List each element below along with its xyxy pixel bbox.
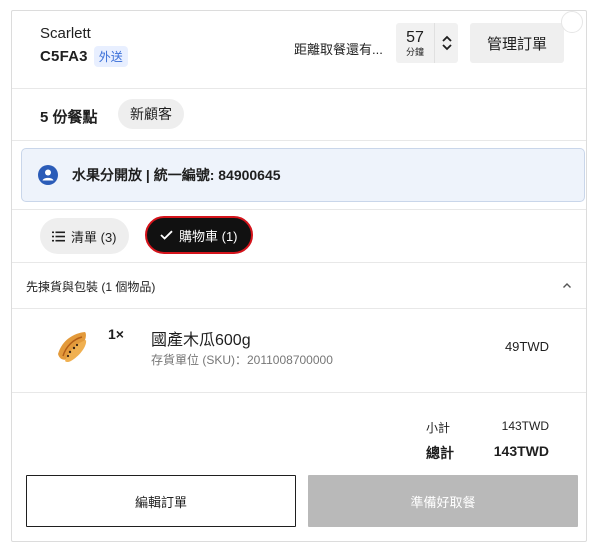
order-header: Scarlett C5FA3 外送 距離取餐還有... 57 分鐘 管理訂單 (12, 11, 586, 89)
tab-list-label: 清單 (3) (71, 229, 117, 245)
tab-cart[interactable]: 購物車 (1) (145, 216, 253, 254)
total-value: 143TWD (493, 443, 549, 459)
papaya-image (58, 332, 87, 363)
pick-and-pack-section[interactable]: 先揀貨與包裝 (1 個物品) (12, 263, 586, 309)
stepper-arrows[interactable] (434, 23, 458, 63)
total-label: 總計 (426, 445, 454, 461)
new-customer-badge: 新顧客 (118, 99, 184, 129)
item-quantity: 1× (108, 326, 124, 342)
order-details-panel: Scarlett C5FA3 外送 距離取餐還有... 57 分鐘 管理訂單 5… (11, 10, 587, 542)
minutes-unit: 分鐘 (405, 46, 424, 57)
edit-order-button[interactable]: 編輯訂單 (26, 475, 296, 527)
section-title: 先揀貨與包裝 (1 個物品) (26, 280, 156, 294)
tab-cart-label: 購物車 (1) (179, 228, 238, 244)
minutes-stepper[interactable]: 57 分鐘 (396, 23, 458, 63)
order-note-text: 水果分開放 | 統一編號: 84900645 (72, 167, 281, 183)
ready-for-pickup-button[interactable]: 準備好取餐 (308, 475, 578, 527)
pickup-countdown-label: 距離取餐還有... (294, 42, 383, 57)
item-name: 國產木瓜600g (151, 332, 251, 349)
delivery-badge: 外送 (93, 46, 128, 67)
customer-name: Scarlett (40, 25, 91, 42)
item-sku: 存貨單位 (SKU)：2011008700000 (151, 353, 333, 367)
list-icon (52, 231, 65, 241)
order-code-row: C5FA3 外送 (40, 46, 128, 67)
cart-item-row: 1× 國產木瓜600g 存貨單位 (SKU)：2011008700000 49T… (12, 309, 586, 393)
subtotal-value: 143TWD (501, 419, 549, 433)
subtotal-label: 小計 (426, 421, 451, 435)
item-price: 49TWD (504, 339, 549, 354)
tab-list[interactable]: 清單 (3) (40, 218, 129, 254)
chevron-down-icon[interactable] (441, 43, 452, 51)
minutes-display: 57 分鐘 (396, 23, 434, 63)
chevron-up-icon[interactable] (562, 282, 572, 289)
tabs-row: 清單 (3) 購物車 (1) (12, 209, 586, 263)
customer-row: 5 份餐點 新顧客 (12, 89, 586, 141)
user-icon (38, 165, 58, 185)
chevron-up-icon[interactable] (441, 35, 452, 43)
order-code: C5FA3 (40, 48, 88, 65)
order-note-banner: 水果分開放 | 統一編號: 84900645 (21, 148, 585, 202)
corner-badge (561, 11, 583, 33)
manage-order-button[interactable]: 管理訂單 (470, 23, 564, 63)
check-icon (160, 230, 173, 240)
minutes-value: 57 (406, 28, 424, 46)
items-count: 5 份餐點 (40, 109, 98, 126)
